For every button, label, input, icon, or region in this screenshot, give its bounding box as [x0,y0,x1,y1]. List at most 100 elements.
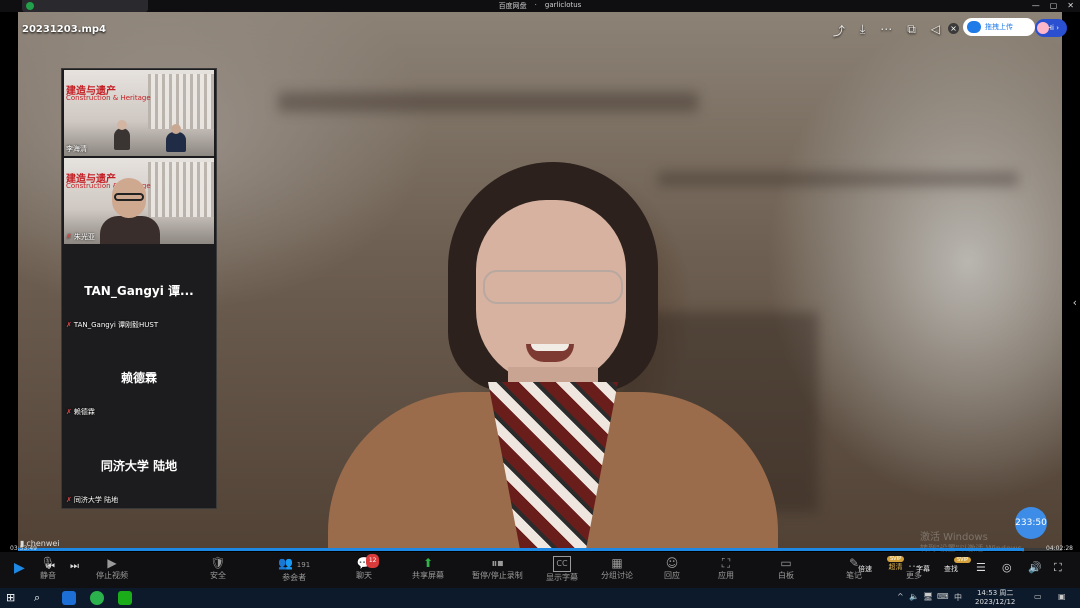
chat-label: 聊天 [356,571,372,580]
participant-tile[interactable]: 赖德霖 ✗ 赖德霖 [64,333,214,419]
security-label: 安全 [210,571,226,580]
assistant-label: Hi [1046,24,1054,32]
pip-icon[interactable]: ⧉ [907,22,916,39]
participant-display-name: 赖德霖 [120,371,157,385]
pause-stop-icon: ⏸⏹ [491,556,504,570]
participant-tile[interactable]: 建造与遗产 Construction & Heritage 李海清 [64,70,214,156]
speed-label: 倍速 [858,565,872,573]
quality-label: 超清 [888,563,903,571]
notification-icon[interactable]: ▣ [1058,592,1066,601]
green-app-icon[interactable] [90,591,104,605]
chat-badge: 12 [365,554,380,568]
chat-icon: 💬 12 [357,554,380,570]
pin-icon[interactable]: ◁ [931,22,940,39]
participant-tile[interactable]: 建造与遗产 Construction & Heritage ✗ 朱光亚 [64,158,214,244]
subtitle-button[interactable]: 字幕 [916,560,930,574]
participant-label: ✗ 朱光亚 [66,233,95,241]
speaker-tray-icon[interactable]: 🔈 [909,592,919,601]
stop-video-button[interactable]: ▶ 停止视频 [96,556,128,581]
mic-muted-icon: ✗ [66,496,72,504]
baidu-netdisk-icon[interactable] [62,591,76,605]
participant-figure [100,178,160,244]
people-icon: 👥 191 [278,556,311,570]
download-icon[interactable]: ⤓ [860,22,865,39]
chat-button[interactable]: 💬 12 聊天 [356,554,380,581]
playback-progress-fill [18,548,1025,551]
bg-shelf [278,92,698,112]
titlebar-tab[interactable] [22,0,148,12]
participant-tile[interactable]: TAN_Gangyi 谭... ✗ TAN_Gangyi 谭刚毅HUST [64,246,214,332]
total-time: 04:02:28 [1046,545,1073,552]
reactions-label: 回应 [664,571,680,580]
assistant-button[interactable]: Hi › [1035,19,1067,37]
whiteboard-button[interactable]: ▭ 白板 [778,556,794,581]
stop-video-label: 停止视频 [96,571,128,580]
tray-arrow-icon[interactable]: ^ [897,592,904,601]
close-upload-icon[interactable]: × [948,23,959,34]
camera-icon: ▶ [107,556,117,570]
search-icon[interactable]: ⌕ [34,591,48,605]
quality-button[interactable]: SVIP 超清 [887,556,905,572]
settings-icon[interactable]: ◎ [1002,561,1012,574]
keyboard-tray-icon[interactable]: ⌨ [937,592,949,601]
elapsed-time: 03:53:49 [10,545,37,552]
reactions-button[interactable]: ☺ 回应 [664,556,680,581]
video-filename: 20231203.mp4 [22,24,106,35]
slide-subtitle: Construction & Heritage [66,94,151,102]
shield-icon: 🛡 [210,556,226,570]
smiley-icon: ☺ [665,556,679,570]
playlist-icon[interactable]: ☰ [976,561,986,574]
share-icon[interactable]: ⤴ [833,22,845,39]
participant-label: ✗ 同济大学 陆地 [66,496,119,504]
breakout-label: 分组讨论 [601,571,633,580]
participant-figure [166,124,186,152]
window-titlebar: 百度网盘 · garliclotus — ▢ ✕ [0,0,1080,12]
watermark-line1: 激活 Windows [920,532,988,543]
close-window-button[interactable]: ✕ [1067,0,1074,12]
next-icon[interactable]: ⏭ [70,561,79,572]
recording-button[interactable]: ⏸⏹ 暂停/停止录制 [472,556,523,581]
more-icon[interactable]: ⋯ [880,22,892,39]
whiteboard-icon: ▭ [780,556,792,570]
previous-icon[interactable]: ⏮ [46,561,55,572]
breakout-button[interactable]: ▦ 分组讨论 [601,556,633,581]
ime-indicator[interactable]: 中 [954,592,962,603]
video-top-actions: ⤴ ⤓ ⋯ ⧉ ◁ [833,22,940,39]
maximize-button[interactable]: ▢ [1050,0,1058,12]
show-desktop-icon[interactable]: ▭ [1034,592,1042,601]
floating-timer[interactable]: 233:50 [1015,507,1047,539]
wechat-icon[interactable] [118,591,132,605]
apps-icon: ⛶ [721,556,731,570]
security-button[interactable]: 🛡 安全 [210,556,226,581]
side-panel-toggle[interactable]: ‹ [1073,296,1077,309]
subtitle-label: 字幕 [916,565,930,573]
playback-progress-bar[interactable] [18,548,1062,551]
cc-icon: CC [553,556,571,572]
participant-label: ✗ TAN_Gangyi 谭刚毅HUST [66,321,159,329]
participants-button[interactable]: 👥 191 参会者 [278,556,310,583]
mic-muted-icon: ✗ [66,321,72,329]
minimize-button[interactable]: — [1032,0,1040,12]
search-label: 查找 [944,565,958,573]
monitor-tray-icon[interactable]: 🖥 [923,592,933,601]
windows-start-icon[interactable]: ⊞ [6,591,20,605]
taskbar-clock[interactable]: 14:53 周二 2023/12/12 [975,589,1015,607]
clock-time: 14:53 周二 [976,589,1014,597]
apps-button[interactable]: ⛶ 应用 [718,556,734,581]
volume-icon[interactable]: 🔊 [1028,561,1042,574]
whiteboard-label: 白板 [778,571,794,580]
slide-building-image [148,74,214,129]
play-icon[interactable]: ▶ [14,560,25,576]
participant-tile[interactable]: 同济大学 陆地 ✗ 同济大学 陆地 [64,421,214,507]
participant-gallery: 建造与遗产 Construction & Heritage 李海清 建造与遗产 … [61,68,217,509]
subtitles-button[interactable]: CC 显示字幕 [546,556,578,583]
apps-label: 应用 [718,571,734,580]
subtitles-label: 显示字幕 [546,573,578,582]
upload-button[interactable]: 拖拽上传 [963,18,1035,36]
participant-display-name: 同济大学 陆地 [100,459,178,473]
share-screen-button[interactable]: ⬆ 共享屏幕 [412,556,444,581]
upload-label: 拖拽上传 [985,23,1013,31]
speed-button[interactable]: 倍速 [858,560,872,574]
fullscreen-icon[interactable]: ⛶ [1054,561,1062,575]
speaker-glasses [483,270,623,304]
